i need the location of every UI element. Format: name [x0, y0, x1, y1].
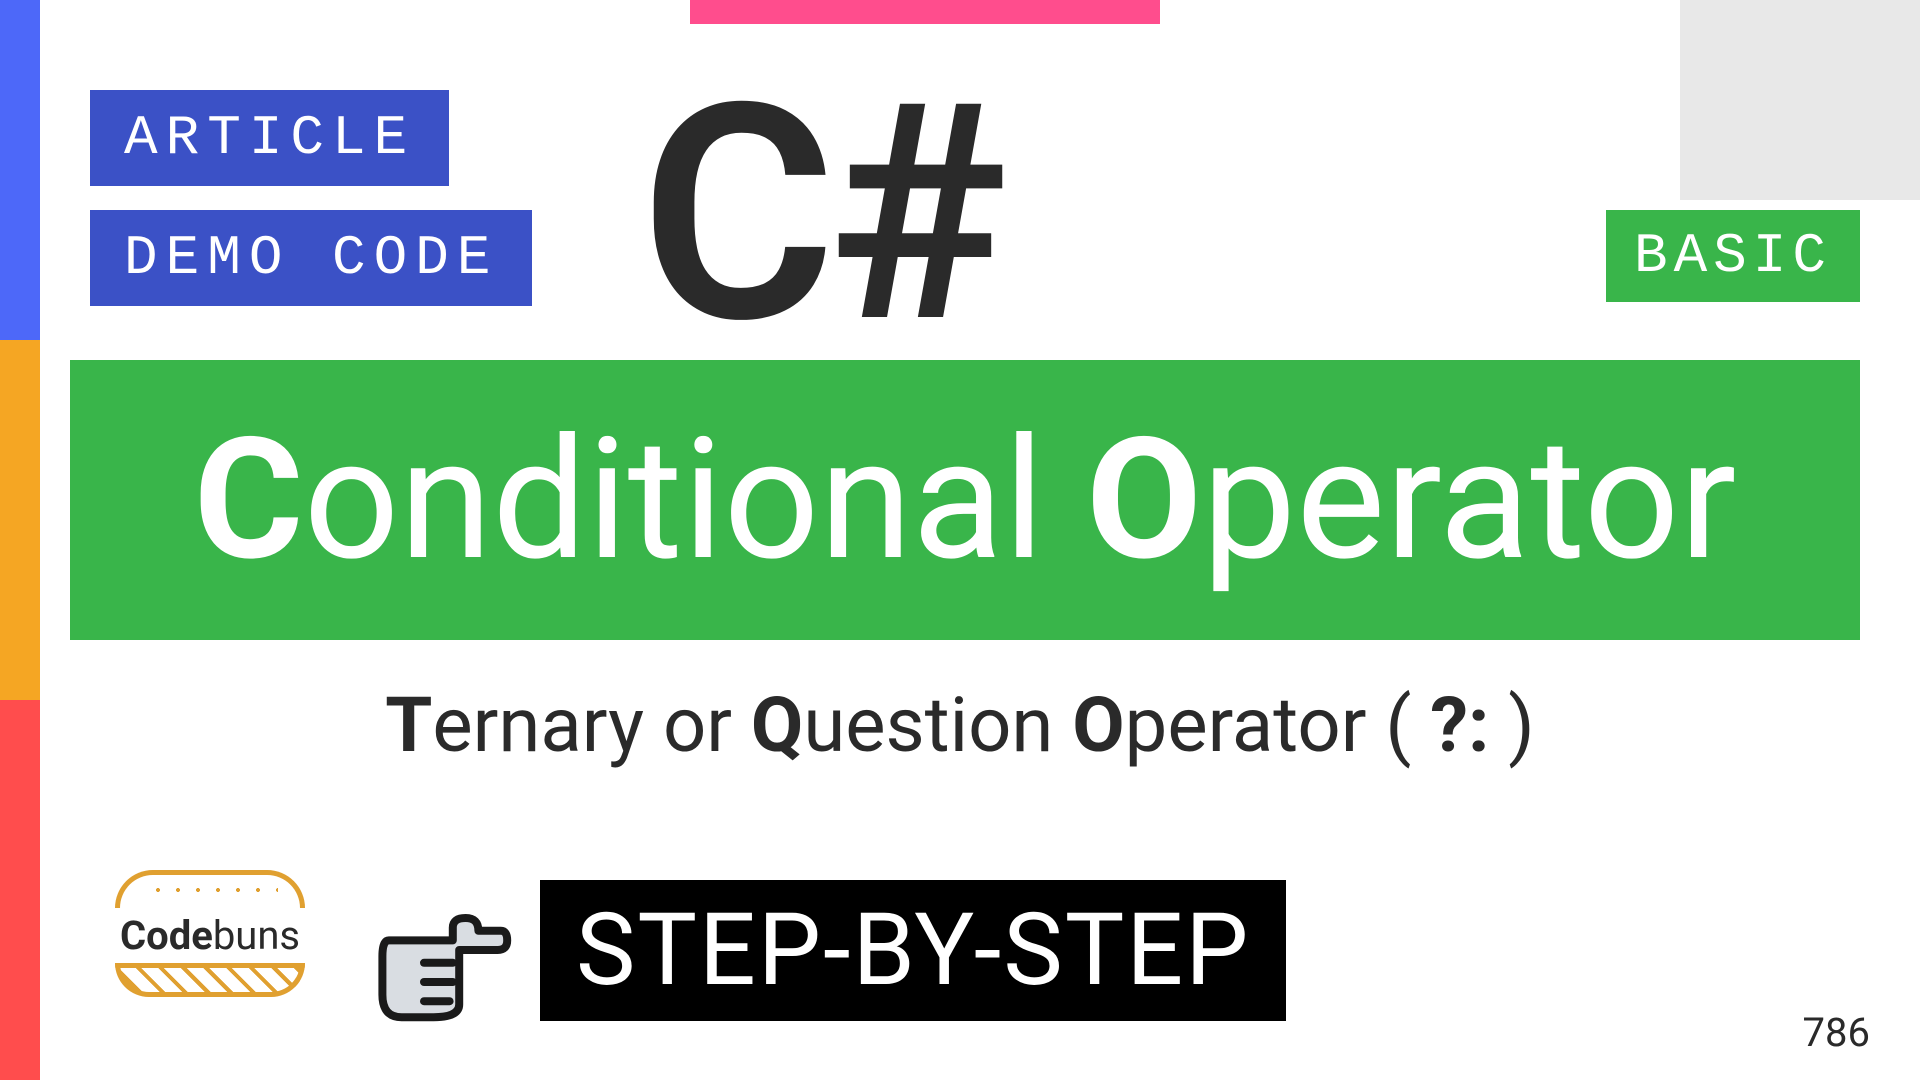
subtitle-cap-o: O	[1072, 680, 1124, 770]
slide-canvas: ARTICLE DEMO CODE C# BASIC Conditional O…	[0, 0, 1920, 1080]
title-cap-c: C	[194, 402, 304, 599]
codebuns-logo: Codebuns	[100, 870, 320, 997]
subtitle-ernary-or: ernary or	[432, 680, 751, 770]
brand-code: Code	[120, 912, 213, 959]
language-heading: C#	[640, 40, 999, 391]
level-badge-basic: BASIC	[1606, 210, 1860, 302]
title-perator: perator	[1202, 402, 1737, 599]
subtitle: Ternary or Question Operator ( ?: )	[0, 680, 1920, 770]
subtitle-cap-t: T	[385, 680, 432, 770]
title-onditional: onditional	[304, 402, 1087, 599]
subtitle-perator-open: perator (	[1125, 680, 1431, 770]
demo-code-badge: DEMO CODE	[90, 210, 532, 306]
brand-buns: buns	[213, 912, 300, 959]
subtitle-symbol: ?:	[1430, 680, 1489, 770]
step-by-step-label: STEP-BY-STEP	[540, 880, 1286, 1021]
left-accent-blue	[0, 0, 40, 340]
pointing-hand-icon	[360, 870, 520, 1030]
title-bar: Conditional Operator	[70, 360, 1860, 640]
subtitle-close: )	[1489, 680, 1534, 770]
left-accent-orange	[0, 340, 40, 700]
burger-top-icon	[115, 870, 305, 908]
top-accent-pink	[690, 0, 1160, 24]
top-right-gray-block	[1680, 0, 1920, 200]
title-cap-o: O	[1086, 402, 1202, 599]
page-number: 786	[1803, 1009, 1870, 1056]
article-badge: ARTICLE	[90, 90, 449, 186]
subtitle-uestion: uestion	[803, 680, 1072, 770]
burger-bottom-icon	[115, 963, 305, 997]
subtitle-cap-q: Q	[751, 680, 803, 770]
brand-text: Codebuns	[100, 912, 320, 959]
